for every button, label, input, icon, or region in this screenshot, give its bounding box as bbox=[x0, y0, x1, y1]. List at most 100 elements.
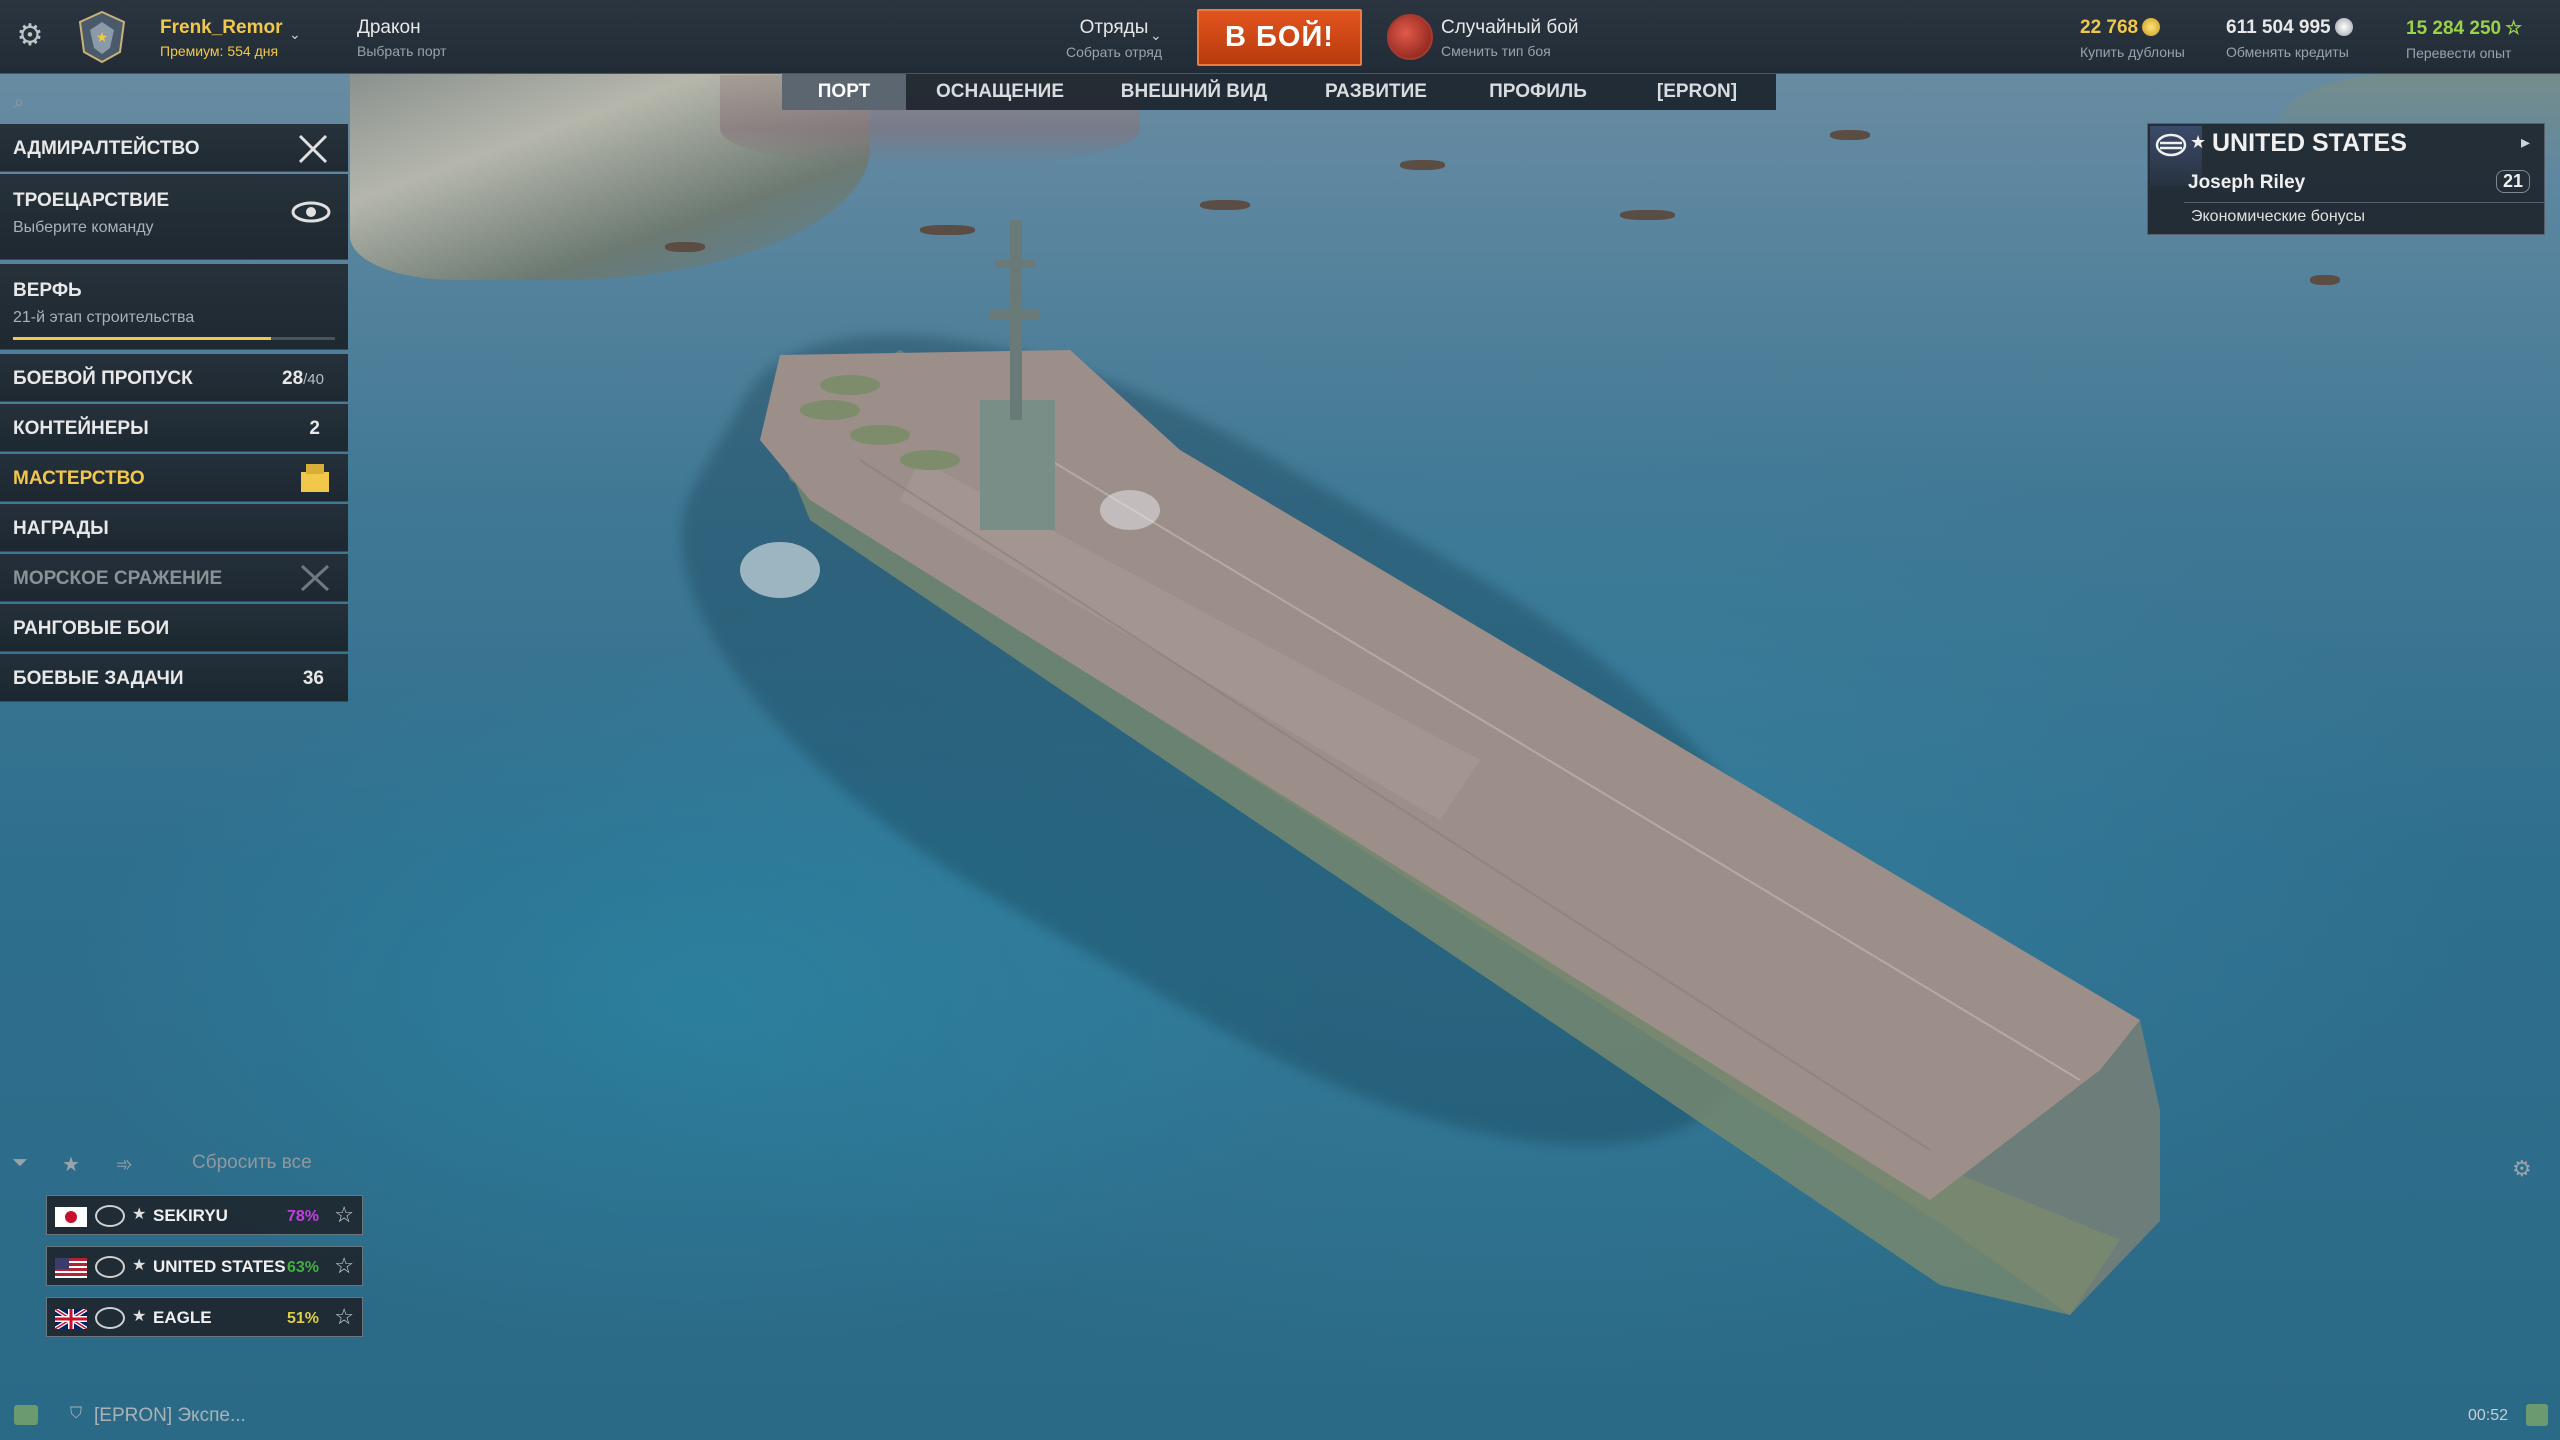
boat bbox=[1830, 130, 1870, 140]
battle-pass-total: /40 bbox=[303, 371, 324, 388]
battle-mode-sub[interactable]: Сменить тип боя bbox=[1441, 43, 1551, 59]
ship-percent: 51% bbox=[287, 1310, 320, 1327]
tab-exterior[interactable]: ВНЕШНИЙ ВИД bbox=[1094, 74, 1294, 110]
carrier-class-icon bbox=[95, 1205, 125, 1227]
rank-emblem-icon[interactable]: ★ bbox=[74, 8, 130, 66]
chat-channel[interactable]: [EPRON] Экспе... bbox=[94, 1405, 246, 1427]
menu-admiralty[interactable]: АДМИРАЛТЕЙСТВО bbox=[0, 124, 348, 172]
ship-percent: 78% bbox=[287, 1208, 320, 1225]
chat-icon[interactable] bbox=[14, 1405, 38, 1425]
ship-name: UNITED STATES bbox=[153, 1257, 286, 1276]
menu-mastery[interactable]: МАСТЕРСТВО bbox=[0, 454, 348, 502]
favorite-star-icon[interactable]: ☆ bbox=[334, 1253, 354, 1279]
search-icon[interactable]: ⌕ bbox=[14, 92, 24, 113]
commander-name[interactable]: Joseph Riley bbox=[2188, 172, 2305, 194]
credit-icon bbox=[2334, 18, 2353, 36]
carousel-filter-bar: ⏷ ★ ➾ Сбросить все bbox=[12, 1152, 372, 1182]
menu-label: МАСТЕРСТВО bbox=[13, 468, 145, 489]
chevron-down-icon[interactable]: ⌄ bbox=[289, 26, 301, 43]
doubloons-block[interactable]: 22 768 Купить дублоны bbox=[2080, 17, 2185, 60]
credits-sub: Обменять кредиты bbox=[2226, 44, 2349, 60]
doubloons-sub: Купить дублоны bbox=[2080, 44, 2185, 60]
menu-rewards[interactable]: НАГРАДЫ bbox=[0, 504, 348, 552]
menu-label: БОЕВОЙ ПРОПУСК bbox=[13, 368, 193, 389]
divider bbox=[2184, 202, 2544, 203]
reset-all-filters[interactable]: Сбросить все bbox=[192, 1152, 312, 1174]
menu-triumvirate[interactable]: ТРОЕЦАРСТВИЕ Выберите команду bbox=[0, 174, 348, 260]
carrier-class-icon bbox=[95, 1256, 125, 1278]
carousel-settings-gear-icon[interactable]: ⚙ bbox=[2512, 1156, 2532, 1182]
menu-label: ВЕРФЬ bbox=[13, 280, 82, 301]
menu-label: АДМИРАЛТЕЙСТВО bbox=[13, 138, 200, 159]
menu-combat-missions[interactable]: БОЕВЫЕ ЗАДАЧИ 36 bbox=[0, 654, 348, 702]
usa-flag-icon bbox=[55, 1258, 87, 1278]
tier-star-icon: ★ bbox=[2190, 132, 2207, 152]
ship-card-eagle[interactable]: ★ EAGLE 51% ☆ bbox=[46, 1297, 363, 1337]
mastery-chest-icon bbox=[301, 464, 329, 492]
free-xp-value: 15 284 250 bbox=[2406, 18, 2502, 39]
clock: 00:52 bbox=[2468, 1407, 2509, 1424]
tier-star-icon: ★ bbox=[132, 1206, 147, 1223]
tab-development[interactable]: РАЗВИТИЕ bbox=[1294, 74, 1458, 110]
economic-bonuses-link[interactable]: Экономические бонусы bbox=[2191, 208, 2365, 226]
shipyard-progress-fill bbox=[13, 337, 271, 340]
crossed-swords-icon bbox=[300, 564, 330, 592]
free-xp-star-icon: ☆ bbox=[2505, 18, 2523, 39]
tab-equipment[interactable]: ОСНАЩЕНИЕ bbox=[906, 74, 1094, 110]
boat bbox=[665, 242, 705, 252]
filter-icon[interactable]: ⏷ bbox=[12, 1152, 28, 1175]
ship-name: EAGLE bbox=[153, 1308, 212, 1327]
menu-containers[interactable]: КОНТЕЙНЕРЫ 2 bbox=[0, 404, 348, 452]
menu-battle-pass[interactable]: БОЕВОЙ ПРОПУСК 28/40 bbox=[0, 354, 348, 402]
menu-naval-battle[interactable]: МОРСКОЕ СРАЖЕНИЕ bbox=[0, 554, 348, 602]
doubloons-value: 22 768 bbox=[2080, 17, 2139, 38]
user-name[interactable]: Frenk_Remor bbox=[160, 17, 283, 39]
menu-shipyard[interactable]: ВЕРФЬ 21-й этап строительства bbox=[0, 264, 348, 350]
menu-sublabel: Выберите команду bbox=[13, 219, 154, 236]
menu-label: БОЕВЫЕ ЗАДАЧИ bbox=[13, 668, 184, 689]
top-bar: ⚙ ★ Frenk_Remor Премиум: 554 дня ⌄ Драко… bbox=[0, 0, 2560, 74]
notifications-bell-icon[interactable] bbox=[2526, 1404, 2548, 1426]
doubloon-icon bbox=[2142, 18, 2161, 36]
menu-ranked[interactable]: РАНГОВЫЕ БОИ bbox=[0, 604, 348, 652]
tab-clan[interactable]: [EPRON] bbox=[1618, 74, 1776, 110]
favorite-filter-star-icon[interactable]: ★ bbox=[62, 1152, 80, 1177]
chevron-down-icon[interactable]: ⌄ bbox=[1150, 27, 1162, 44]
menu-label: НАГРАДЫ bbox=[13, 518, 109, 539]
divisions-button[interactable]: Отряды Собрать отряд bbox=[1044, 17, 1184, 60]
favorite-star-icon[interactable]: ☆ bbox=[334, 1202, 354, 1228]
chevron-right-icon[interactable]: ▸ bbox=[2521, 132, 2530, 153]
ship-card-sekiryu[interactable]: ★ SEKIRYU 78% ☆ bbox=[46, 1195, 363, 1235]
credits-block[interactable]: 611 504 995 Обменять кредиты bbox=[2226, 17, 2353, 60]
favorite-star-icon[interactable]: ☆ bbox=[334, 1304, 354, 1330]
containers-count: 2 bbox=[309, 418, 320, 439]
main-tabs: ПОРТ ОСНАЩЕНИЕ ВНЕШНИЙ ВИД РАЗВИТИЕ ПРОФ… bbox=[782, 74, 1776, 110]
tier-star-icon: ★ bbox=[132, 1257, 147, 1274]
ship-info-panel[interactable]: ★ UNITED STATES ▸ Joseph Riley 21 Эконом… bbox=[2147, 123, 2545, 235]
credits-value: 611 504 995 bbox=[2226, 17, 2331, 38]
ship-card-united-states[interactable]: ★ UNITED STATES 63% ☆ bbox=[46, 1246, 363, 1286]
shipyard-progress-track bbox=[13, 337, 335, 340]
premium-status: Премиум: 554 дня bbox=[160, 43, 279, 59]
port-name[interactable]: Дракон bbox=[357, 17, 421, 39]
tab-profile[interactable]: ПРОФИЛЬ bbox=[1458, 74, 1618, 110]
tier-star-icon: ★ bbox=[132, 1308, 147, 1325]
eye-icon bbox=[291, 201, 331, 223]
battle-pass-count: 28 bbox=[282, 368, 304, 389]
ship-percent: 63% bbox=[287, 1259, 320, 1276]
port-select-label[interactable]: Выбрать порт bbox=[357, 43, 447, 59]
free-xp-sub: Перевести опыт bbox=[2406, 45, 2512, 61]
ship-name: SEKIRYU bbox=[153, 1206, 228, 1225]
settings-gear-icon[interactable]: ⚙ bbox=[14, 20, 46, 52]
battle-mode-title[interactable]: Случайный бой bbox=[1441, 17, 1579, 39]
battle-button[interactable]: В БОЙ! bbox=[1197, 9, 1362, 66]
tab-port[interactable]: ПОРТ bbox=[782, 74, 906, 110]
battle-mode-icon[interactable] bbox=[1387, 14, 1433, 60]
sort-arrow-icon[interactable]: ➾ bbox=[116, 1152, 133, 1177]
menu-sublabel: 21-й этап строительства bbox=[13, 309, 195, 326]
free-xp-block[interactable]: 15 284 250 ☆ Перевести опыт bbox=[2406, 17, 2522, 61]
menu-label: МОРСКОЕ СРАЖЕНИЕ bbox=[13, 568, 223, 589]
menu-label: РАНГОВЫЕ БОИ bbox=[13, 618, 170, 639]
svg-text:★: ★ bbox=[96, 30, 109, 46]
aircraft-carrier-ship bbox=[740, 220, 2160, 1315]
